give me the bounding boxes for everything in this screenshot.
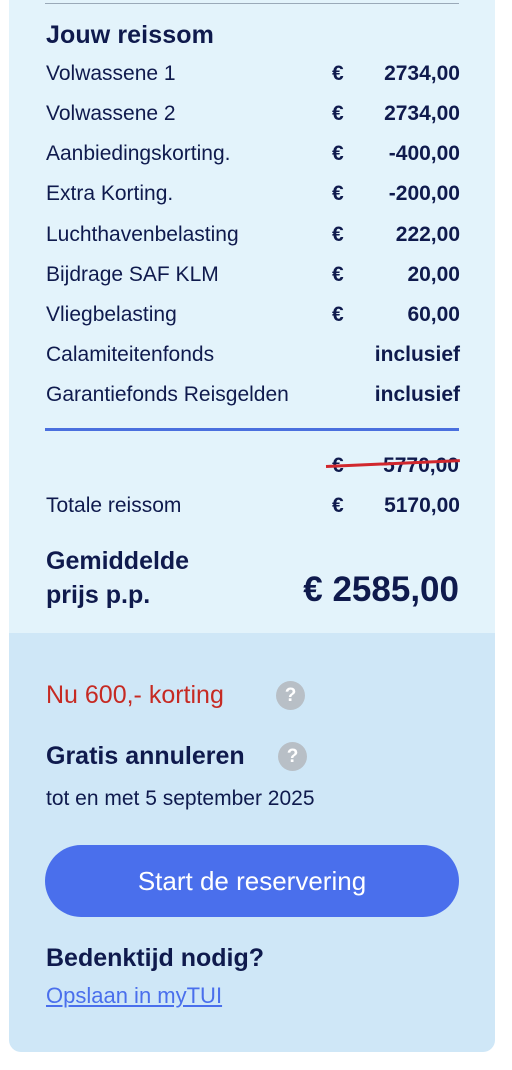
- booking-actions-panel: Nu 600,- korting ? Gratis annuleren ? to…: [9, 633, 495, 1052]
- price-row-currency: €: [332, 182, 344, 205]
- top-divider: [45, 3, 459, 4]
- original-total-amount: 5770,00: [383, 454, 459, 477]
- price-row-currency: €: [332, 102, 344, 125]
- total-row: Totale reissom € 5170,00: [46, 492, 460, 522]
- price-row: Volwassene 1 € 2734,00: [46, 60, 460, 90]
- price-summary-card: Jouw reissom Volwassene 1 € 2734,00 Volw…: [9, 0, 495, 1052]
- price-row-amount: inclusief: [374, 383, 460, 406]
- total-currency: €: [332, 494, 344, 517]
- price-row: Bijdrage SAF KLM € 20,00: [46, 261, 460, 291]
- price-row: Aanbiedingskorting. € -400,00: [46, 140, 460, 170]
- price-row-amount: -200,00: [388, 182, 460, 205]
- price-row: Luchthavenbelasting € 222,00: [46, 221, 460, 251]
- price-row-amount: -400,00: [388, 142, 460, 165]
- free-cancel-deadline: tot en met 5 september 2025: [46, 787, 315, 810]
- price-row-currency: €: [332, 223, 344, 246]
- save-in-mytui-link[interactable]: Opslaan in myTUI: [46, 983, 222, 1009]
- price-row-amount: 2734,00: [384, 62, 460, 85]
- average-price-label: Gemiddelde prijs p.p.: [46, 544, 189, 612]
- total-label: Totale reissom: [46, 494, 182, 517]
- average-price-value: € 2585,00: [303, 570, 459, 609]
- price-row-amount: 20,00: [407, 263, 460, 286]
- original-total: € 5770,00: [45, 452, 460, 482]
- price-row-currency: €: [332, 263, 344, 286]
- price-row: Extra Korting. € -200,00: [46, 180, 460, 210]
- price-row-amount: inclusief: [374, 343, 460, 366]
- discount-promo-text: Nu 600,- korting: [46, 681, 224, 709]
- price-heading: Jouw reissom: [46, 21, 214, 49]
- price-breakdown-panel: Jouw reissom Volwassene 1 € 2734,00 Volw…: [9, 0, 495, 633]
- price-row-label: Calamiteitenfonds: [46, 343, 215, 366]
- price-row-label: Garantiefonds Reisgelden: [46, 383, 289, 406]
- price-row-amount: 60,00: [407, 303, 460, 326]
- average-price-label-line2: prijs p.p.: [46, 581, 151, 609]
- price-row-label: Luchthavenbelasting: [46, 223, 239, 246]
- start-reservation-button[interactable]: Start de reservering: [45, 845, 459, 917]
- price-row: Volwassene 2 € 2734,00: [46, 100, 460, 130]
- price-row-currency: €: [332, 142, 344, 165]
- price-row: Garantiefonds Reisgelden inclusief: [46, 381, 460, 411]
- free-cancel-title: Gratis annuleren: [46, 742, 245, 770]
- free-cancel-help-icon[interactable]: ?: [278, 742, 307, 771]
- discount-help-icon[interactable]: ?: [276, 681, 305, 710]
- price-row-label: Volwassene 2: [46, 102, 176, 125]
- price-row-amount: 222,00: [395, 223, 460, 246]
- price-row-currency: €: [332, 62, 344, 85]
- price-row-currency: €: [332, 303, 344, 326]
- price-row: Calamiteitenfonds inclusief: [46, 341, 460, 371]
- price-row-label: Extra Korting.: [46, 182, 174, 205]
- total-amount: 5170,00: [384, 494, 460, 517]
- think-time-title: Bedenktijd nodig?: [46, 944, 265, 972]
- total-divider: [45, 428, 459, 431]
- price-row-amount: 2734,00: [384, 102, 460, 125]
- price-row: Vliegbelasting € 60,00: [46, 301, 460, 331]
- price-row-label: Bijdrage SAF KLM: [46, 263, 219, 286]
- price-row-label: Vliegbelasting: [46, 303, 177, 326]
- average-price-label-line1: Gemiddelde: [46, 547, 190, 575]
- price-row-label: Volwassene 1: [46, 62, 176, 85]
- price-row-label: Aanbiedingskorting.: [46, 142, 231, 165]
